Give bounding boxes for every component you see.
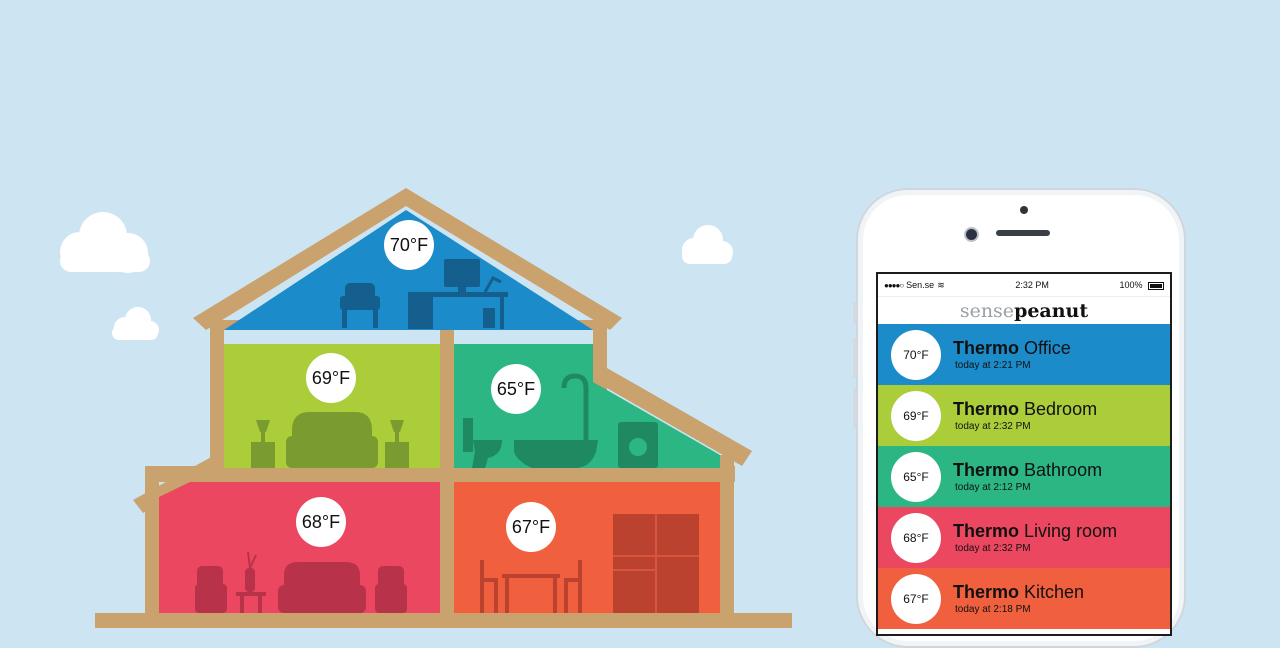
temp-label-bedroom: 69°F bbox=[312, 368, 350, 388]
battery-icon bbox=[1147, 281, 1164, 290]
room-row-bathroom[interactable]: 65°F Thermo Bathroom today at 2:12 PM bbox=[878, 446, 1170, 507]
room-list: 70°F Thermo Office today at 2:21 PM 69°F… bbox=[878, 324, 1170, 629]
cloud-icon bbox=[112, 307, 159, 340]
device-name: Thermo bbox=[953, 521, 1020, 541]
phone-front-camera bbox=[964, 227, 979, 242]
phone-side-button bbox=[853, 302, 857, 324]
temp-label-kitchen: 67°F bbox=[512, 517, 550, 537]
temp-label-office: 70°F bbox=[390, 235, 428, 255]
brand-logo-part2: peanut bbox=[1014, 300, 1089, 322]
room-updated: today at 2:32 PM bbox=[955, 543, 1031, 554]
brand-logo-part1: sense bbox=[959, 300, 1015, 322]
room-temp-badge: 67°F bbox=[891, 573, 941, 624]
room-name: Bathroom bbox=[1024, 460, 1103, 480]
cloud-icon bbox=[60, 212, 150, 273]
device-name: Thermo bbox=[953, 582, 1020, 602]
room-name: Office bbox=[1024, 338, 1071, 358]
phone-screen: ●●●●○ Sen.se ≋ 2:32 PM 100% sense peanut … bbox=[876, 272, 1172, 636]
room-row-living-room[interactable]: 68°F Thermo Living room today at 2:32 PM bbox=[878, 507, 1170, 568]
phone-camera-dot bbox=[1020, 206, 1028, 214]
ground bbox=[95, 613, 792, 628]
temp-badge-living-room: 68°F bbox=[296, 497, 346, 547]
device-name: Thermo bbox=[953, 338, 1020, 358]
room-name: Living room bbox=[1024, 521, 1118, 541]
battery-label: 100% bbox=[1119, 280, 1143, 290]
temp-label-bathroom: 65°F bbox=[497, 379, 535, 399]
status-time: 2:32 PM bbox=[1015, 280, 1049, 290]
room-row-kitchen[interactable]: 67°F Thermo Kitchen today at 2:18 PM bbox=[878, 568, 1170, 629]
status-bar: ●●●●○ Sen.se ≋ 2:32 PM 100% bbox=[878, 274, 1170, 297]
room-temp-badge: 68°F bbox=[891, 512, 941, 563]
phone-volume-down-button bbox=[853, 388, 857, 428]
app-header: sense peanut bbox=[878, 297, 1170, 326]
room-row-bedroom[interactable]: 69°F Thermo Bedroom today at 2:32 PM bbox=[878, 385, 1170, 446]
temp-badge-bedroom: 69°F bbox=[306, 353, 356, 403]
phone-speaker bbox=[996, 230, 1050, 236]
room-updated: today at 2:18 PM bbox=[955, 604, 1031, 615]
device-name: Thermo bbox=[953, 399, 1020, 419]
room-temp-badge: 65°F bbox=[891, 451, 941, 502]
room-name: Kitchen bbox=[1024, 582, 1085, 602]
room-temp-badge: 69°F bbox=[891, 390, 941, 441]
cloud-icon bbox=[682, 225, 733, 264]
room-updated: today at 2:32 PM bbox=[955, 421, 1031, 432]
phone-mockup: ●●●●○ Sen.se ≋ 2:32 PM 100% sense peanut … bbox=[853, 188, 1186, 648]
temp-label-living-room: 68°F bbox=[302, 512, 340, 532]
wifi-icon: ≋ bbox=[937, 279, 945, 290]
room-updated: today at 2:21 PM bbox=[955, 360, 1031, 371]
temp-badge-office: 70°F bbox=[384, 220, 434, 270]
carrier-label: Sen.se bbox=[906, 280, 935, 290]
signal-icon: ●●●●○ bbox=[884, 280, 904, 290]
temp-badge-bathroom: 65°F bbox=[491, 364, 541, 414]
room-name: Bedroom bbox=[1024, 399, 1098, 419]
device-name: Thermo bbox=[953, 460, 1020, 480]
temp-badge-kitchen: 67°F bbox=[506, 502, 556, 552]
room-updated: today at 2:12 PM bbox=[955, 482, 1031, 493]
room-row-office[interactable]: 70°F Thermo Office today at 2:21 PM bbox=[878, 324, 1170, 385]
room-temp-badge: 70°F bbox=[891, 329, 941, 380]
phone-volume-up-button bbox=[853, 338, 857, 378]
